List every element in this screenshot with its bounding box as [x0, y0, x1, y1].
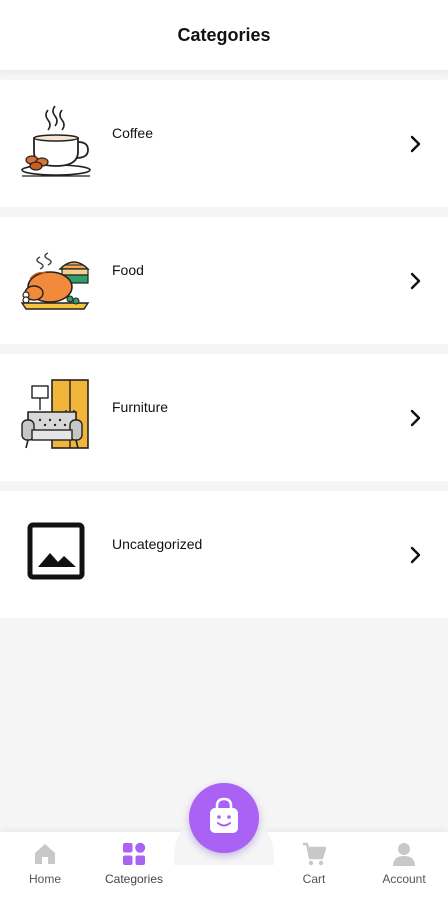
category-item-uncategorized[interactable]: Uncategorized: [0, 491, 448, 618]
nav-label: Home: [28, 872, 61, 886]
nav-label: Cart: [302, 872, 326, 886]
nav-item-account[interactable]: Account: [364, 840, 444, 894]
nav-label: Categories: [104, 872, 164, 886]
nav-item-cart[interactable]: Cart: [274, 840, 354, 894]
shopping-bag-button[interactable]: [189, 783, 259, 853]
chevron-right-icon: [408, 132, 424, 156]
nav-item-home[interactable]: Home: [5, 840, 85, 894]
categories-grid-icon: [120, 840, 148, 868]
category-label: Furniture: [112, 399, 169, 415]
shopping-bag-smile-icon: [207, 797, 241, 840]
chevron-right-icon: [408, 543, 424, 567]
app-bar: Categories: [0, 0, 448, 70]
account-icon: [390, 840, 418, 868]
category-item-food[interactable]: Food: [0, 217, 448, 344]
category-item-coffee[interactable]: Coffee: [0, 80, 448, 207]
chevron-right-icon: [408, 406, 424, 430]
sofa-furniture-icon: [20, 376, 92, 454]
roast-chicken-food-icon: [20, 239, 92, 317]
image-placeholder-icon: [20, 513, 92, 591]
cart-icon: [300, 840, 328, 868]
chevron-right-icon: [408, 269, 424, 293]
category-label: Food: [112, 262, 144, 278]
home-icon: [31, 840, 59, 868]
category-label: Uncategorized: [112, 536, 203, 552]
category-label: Coffee: [112, 125, 153, 141]
page-title: Categories: [177, 24, 271, 45]
coffee-cup-icon: [20, 102, 92, 180]
nav-item-categories[interactable]: Categories: [94, 840, 174, 894]
nav-label: Account: [382, 872, 426, 886]
category-list: Coffee Food Furniture Uncategorized: [0, 80, 448, 628]
category-item-furniture[interactable]: Furniture: [0, 354, 448, 481]
